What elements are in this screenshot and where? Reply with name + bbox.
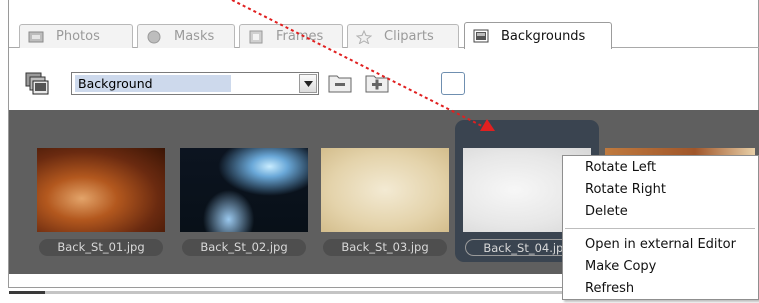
background-icon xyxy=(473,29,489,43)
menu-item-delete[interactable]: Delete xyxy=(563,202,758,222)
tab-frames-label: Frames xyxy=(276,29,324,44)
photo-icon xyxy=(28,30,44,44)
tab-frames[interactable]: Frames xyxy=(239,24,343,48)
menu-item-refresh[interactable]: Refresh xyxy=(563,279,758,299)
background-color-swatch[interactable] xyxy=(441,72,465,95)
thumbnail-image[interactable] xyxy=(37,148,165,232)
mask-icon xyxy=(146,30,162,44)
thumbnail-image[interactable] xyxy=(180,148,308,232)
menu-item-rotate-right[interactable]: Rotate Right xyxy=(563,180,758,200)
remove-folder-button[interactable] xyxy=(327,71,353,95)
tab-strip: Photos Masks Frames Cliparts Backgrounds xyxy=(9,20,759,49)
tab-cliparts[interactable]: Cliparts xyxy=(347,24,459,48)
layers-icon[interactable] xyxy=(24,71,50,101)
tab-backgrounds[interactable]: Backgrounds xyxy=(464,22,612,49)
frame-icon xyxy=(248,30,264,44)
thumbnail-label: Back_St_01.jpg xyxy=(39,239,163,256)
tab-masks-label: Masks xyxy=(174,29,215,44)
thumbnail-image[interactable] xyxy=(321,148,449,232)
tab-backgrounds-label: Backgrounds xyxy=(501,28,586,44)
category-select-value: Background xyxy=(75,75,231,92)
menu-item-open-external-editor[interactable]: Open in external Editor xyxy=(563,235,758,255)
add-folder-button[interactable] xyxy=(364,71,390,95)
bottom-rule-dark xyxy=(9,291,45,294)
category-select[interactable]: Background xyxy=(71,72,319,95)
thumbnail-label: Back_St_03.jpg xyxy=(323,239,447,256)
menu-item-rotate-left[interactable]: Rotate Left xyxy=(563,158,758,178)
tab-cliparts-label: Cliparts xyxy=(384,29,434,44)
thumbnail-label: Back_St_02.jpg xyxy=(182,239,306,256)
chevron-down-icon[interactable] xyxy=(299,74,317,93)
tab-masks[interactable]: Masks xyxy=(137,24,235,48)
toolbar: Background xyxy=(9,66,759,102)
tab-photos[interactable]: Photos xyxy=(19,24,133,48)
menu-separator xyxy=(565,228,755,229)
menu-item-make-copy[interactable]: Make Copy xyxy=(563,257,758,277)
tab-photos-label: Photos xyxy=(56,29,100,44)
context-menu: Rotate Left Rotate Right Delete Open in … xyxy=(562,155,759,300)
star-icon xyxy=(355,29,373,45)
